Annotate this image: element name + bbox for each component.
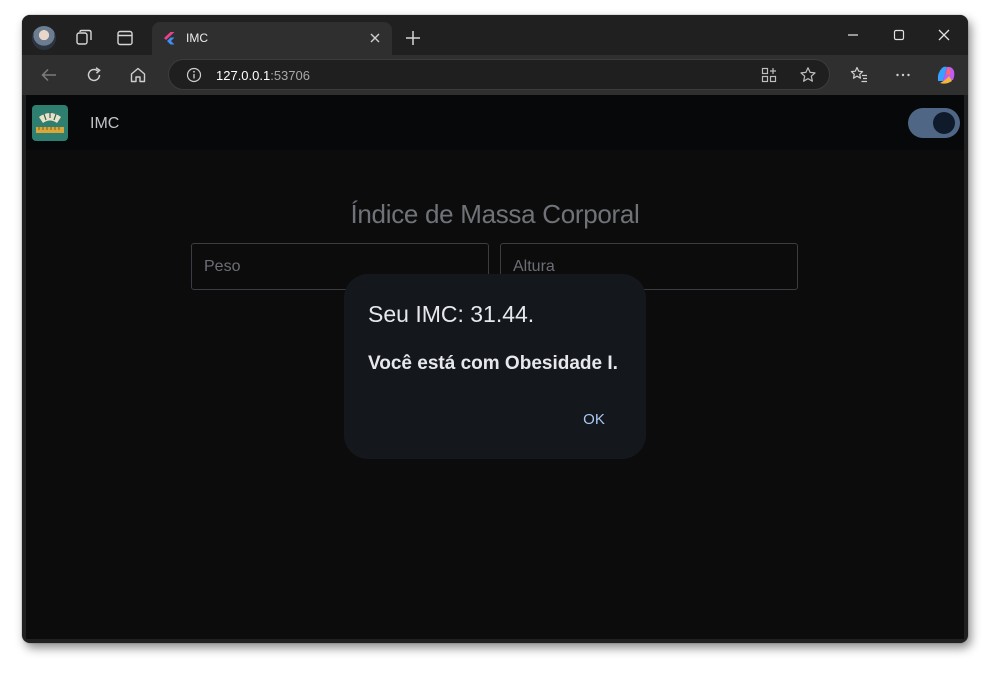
url-host: 127.0.0.1 <box>216 68 271 83</box>
tab-title: IMC <box>186 31 208 45</box>
more-icon[interactable] <box>893 65 913 85</box>
theme-toggle[interactable] <box>908 108 960 138</box>
app-bar: IMC <box>26 95 964 150</box>
flutter-favicon <box>164 32 175 45</box>
info-icon[interactable] <box>186 67 202 83</box>
favorites-icon[interactable] <box>849 65 869 85</box>
minimize-icon[interactable] <box>842 25 864 45</box>
page-content: IMC Índice de Massa Corporal Peso Altura… <box>26 95 964 639</box>
dialog-title: Seu IMC: 31.44. <box>368 301 535 327</box>
dialog-message: Você está com Obesidade I. <box>368 353 618 374</box>
app-title: IMC <box>90 115 120 132</box>
url-port: :53706 <box>270 68 310 83</box>
tab-strip: IMC <box>22 15 968 55</box>
copilot-icon[interactable] <box>934 63 958 87</box>
workspaces-icon[interactable] <box>74 28 94 48</box>
tab-actions-icon[interactable] <box>115 28 135 48</box>
page-heading: Índice de Massa Corporal <box>350 199 640 229</box>
refresh-icon[interactable] <box>84 65 104 85</box>
url-text[interactable]: 127.0.0.1:53706 <box>216 68 310 83</box>
tab-imc[interactable]: IMC <box>152 22 392 55</box>
address-bar[interactable]: 127.0.0.1:53706 <box>168 59 830 90</box>
weight-placeholder: Peso <box>204 258 241 275</box>
avatar-icon[interactable] <box>32 26 56 50</box>
bmi-result-dialog: Seu IMC: 31.44. Você está com Obesidade … <box>344 274 646 459</box>
browser-window: IMC 127.0.0.1:53706 IMC Índice de Massa … <box>22 15 968 643</box>
star-icon[interactable] <box>799 66 817 84</box>
ok-button[interactable]: OK <box>570 404 618 434</box>
theme-toggle-thumb <box>933 112 955 134</box>
home-icon[interactable] <box>128 65 148 85</box>
moon-icon <box>883 114 891 130</box>
browser-toolbar: 127.0.0.1:53706 <box>22 55 968 95</box>
back-arrow-icon[interactable] <box>39 65 59 85</box>
plus-icon[interactable] <box>402 27 424 49</box>
app-available-icon[interactable] <box>760 66 778 84</box>
close-icon[interactable] <box>366 29 384 47</box>
maximize-icon[interactable] <box>888 25 910 45</box>
scale-logo-icon <box>32 105 68 141</box>
window-close-icon[interactable] <box>933 25 955 45</box>
